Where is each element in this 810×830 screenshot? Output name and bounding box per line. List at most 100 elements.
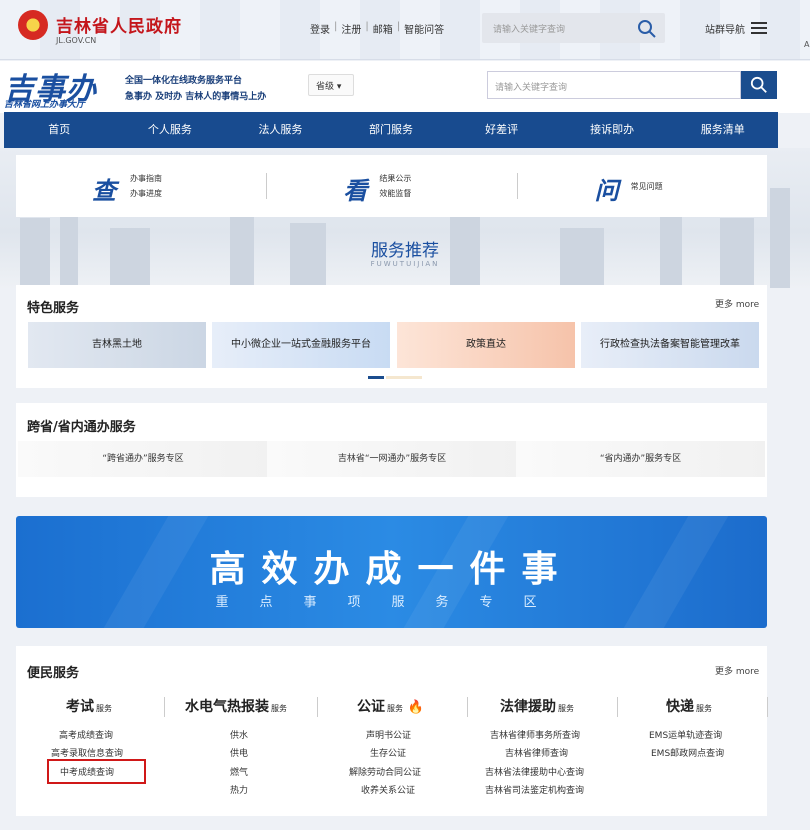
cross-region-title: 跨省/省内通办服务 xyxy=(27,420,136,435)
category-name: 公证 xyxy=(357,699,385,715)
slogan-line-1: 全国一体化在线政务服务平台 xyxy=(125,76,243,86)
list-item[interactable]: 燃气 xyxy=(230,765,248,778)
main-search-box[interactable]: 请输入关键字查询 xyxy=(487,71,741,99)
edge-text: A xyxy=(804,40,810,49)
nav-item-department[interactable]: 部门服务 xyxy=(336,112,447,148)
convenience-more-link[interactable]: 更多 more xyxy=(715,664,759,677)
separator: | xyxy=(334,21,338,32)
quick-link-guide[interactable]: 办事指南 xyxy=(130,173,162,184)
quick-link-results[interactable]: 结果公示 xyxy=(379,173,411,184)
carousel-dot[interactable] xyxy=(386,376,422,379)
one-network-button[interactable]: 吉林省“一网通办”服务专区 xyxy=(267,441,517,477)
list-item[interactable]: EMS运单轨迹查询 xyxy=(649,728,722,741)
category-name: 快递 xyxy=(666,699,694,715)
main-search-input[interactable]: 请输入关键字查询 xyxy=(495,80,567,93)
divider xyxy=(467,697,468,717)
ask-glyph: 问 xyxy=(594,177,619,205)
login-link[interactable]: 登录 xyxy=(310,21,330,36)
top-search-input[interactable]: 请输入关键字查询 xyxy=(493,22,565,35)
hot-flame-icon: 🔥 xyxy=(407,700,425,715)
category-utilities[interactable]: 水电气热报装 服务 xyxy=(185,696,287,716)
separator: | xyxy=(396,21,401,32)
brand-header: 吉事办 吉林省网上办事大厅 全国一体化在线政务服务平台 急事办 及时办 吉林人的… xyxy=(0,61,810,113)
nav-item-complaint[interactable]: 接诉即办 xyxy=(557,112,668,148)
nav-item-personal[interactable]: 个人服务 xyxy=(115,112,226,148)
nav-item-service-list[interactable]: 服务清单 xyxy=(667,112,778,148)
list-item[interactable]: 高考成绩查询 xyxy=(59,728,113,741)
divider xyxy=(617,697,618,717)
quick-view[interactable]: 看 结果公示 效能监督 xyxy=(266,155,516,217)
site-nav-link[interactable]: 站群导航 xyxy=(705,21,745,36)
quick-link-progress[interactable]: 办事进度 xyxy=(130,188,162,199)
list-item[interactable]: 吉林省律师事务所查询 xyxy=(490,728,580,741)
top-links: 登录 | 注册 | 邮箱 | 智能问答 xyxy=(310,21,444,36)
featured-title: 特色服务 xyxy=(27,301,80,316)
list-item[interactable]: 热力 xyxy=(230,783,248,796)
logo-subtitle: 吉林省网上办事大厅 xyxy=(4,100,86,110)
category-tag: 服务 xyxy=(696,704,712,713)
banner-subtitle: 重点事项服务专区 xyxy=(215,595,568,610)
service-recommend-subtitle: FUWUTUIJIAN xyxy=(370,260,440,268)
featured-card[interactable]: 中小微企业一站式金融服务平台 xyxy=(212,322,390,368)
featured-card[interactable]: 政策直达 xyxy=(397,322,575,368)
featured-card[interactable]: 行政检查执法备案智能管理改革 xyxy=(581,322,759,368)
list-item[interactable]: 生存公证 xyxy=(370,746,406,759)
separator: | xyxy=(365,21,369,32)
category-exam[interactable]: 考试 服务 xyxy=(66,696,112,716)
check-glyph: 查 xyxy=(92,177,116,205)
nav-item-home[interactable]: 首页 xyxy=(4,112,115,148)
nav-item-review[interactable]: 好差评 xyxy=(446,112,557,148)
list-item[interactable]: 供电 xyxy=(230,746,248,759)
list-item[interactable]: 声明书公证 xyxy=(366,728,411,741)
list-item[interactable]: 收养关系公证 xyxy=(361,783,415,796)
list-item[interactable]: EMS邮政网点查询 xyxy=(651,746,724,759)
view-glyph: 看 xyxy=(343,177,368,205)
category-express[interactable]: 快递 服务 xyxy=(666,696,712,716)
list-item[interactable]: 吉林省律师查询 xyxy=(505,746,568,759)
mail-link[interactable]: 邮箱 xyxy=(373,21,393,36)
category-tag: 服务 xyxy=(387,704,403,713)
category-legal-aid[interactable]: 法律援助 服务 xyxy=(500,696,574,716)
register-link[interactable]: 注册 xyxy=(341,21,361,36)
caret-down-icon: ▾ xyxy=(336,82,342,92)
top-search-box[interactable]: 请输入关键字查询 xyxy=(482,13,665,43)
nav-item-corporate[interactable]: 法人服务 xyxy=(225,112,336,148)
gov-site-name[interactable]: 吉林省人民政府 xyxy=(56,12,182,37)
featured-card[interactable]: 吉林黑土地 xyxy=(28,322,206,368)
list-item[interactable]: 供水 xyxy=(230,728,248,741)
in-province-button[interactable]: “省内通办”服务专区 xyxy=(516,441,765,477)
divider xyxy=(317,697,318,717)
quick-link-faq[interactable]: 常见问题 xyxy=(631,181,663,192)
divider xyxy=(164,697,165,717)
cross-province-button[interactable]: “跨省通办”服务专区 xyxy=(18,441,268,477)
category-name: 考试 xyxy=(66,699,94,715)
quick-ask[interactable]: 问 常见问题 xyxy=(516,155,767,217)
list-item[interactable]: 高考录取信息查询 xyxy=(51,746,123,759)
national-emblem-icon xyxy=(18,10,48,40)
main-nav: 首页 个人服务 法人服务 部门服务 好差评 接诉即办 服务清单 xyxy=(4,112,778,148)
quick-access-bar: 查 办事指南 办事进度 看 结果公示 效能监督 问 常见问题 xyxy=(16,155,767,217)
level-select[interactable]: 省级 ▾ xyxy=(308,74,354,96)
slogan-line-2: 急事办 及时办 吉林人的事情马上办 xyxy=(125,92,267,102)
search-icon[interactable] xyxy=(637,19,657,43)
menu-icon[interactable] xyxy=(751,22,767,34)
smart-qa-link[interactable]: 智能问答 xyxy=(404,21,444,36)
category-tag: 服务 xyxy=(271,704,287,713)
main-search-button[interactable] xyxy=(741,71,777,99)
category-notary[interactable]: 公证 服务 🔥 xyxy=(357,696,424,716)
convenience-title: 便民服务 xyxy=(27,666,80,681)
one-thing-banner[interactable]: 高效办成一件事 重点事项服务专区 xyxy=(16,516,767,628)
carousel-dot-active[interactable] xyxy=(368,376,384,379)
banner-title: 高效办成一件事 xyxy=(209,549,574,590)
list-item[interactable]: 吉林省法律援助中心查询 xyxy=(485,765,584,778)
search-icon xyxy=(750,76,767,93)
category-name: 法律援助 xyxy=(500,699,556,715)
list-item[interactable]: 解除劳动合同公证 xyxy=(349,765,421,778)
category-tag: 服务 xyxy=(96,704,112,713)
divider xyxy=(767,697,768,717)
quick-link-supervision[interactable]: 效能监督 xyxy=(379,188,411,199)
list-item[interactable]: 吉林省司法鉴定机构查询 xyxy=(485,783,584,796)
quick-check[interactable]: 查 办事指南 办事进度 xyxy=(16,155,266,217)
featured-more-link[interactable]: 更多 more xyxy=(715,297,759,310)
service-recommend-title: 服务推荐 xyxy=(371,241,439,261)
